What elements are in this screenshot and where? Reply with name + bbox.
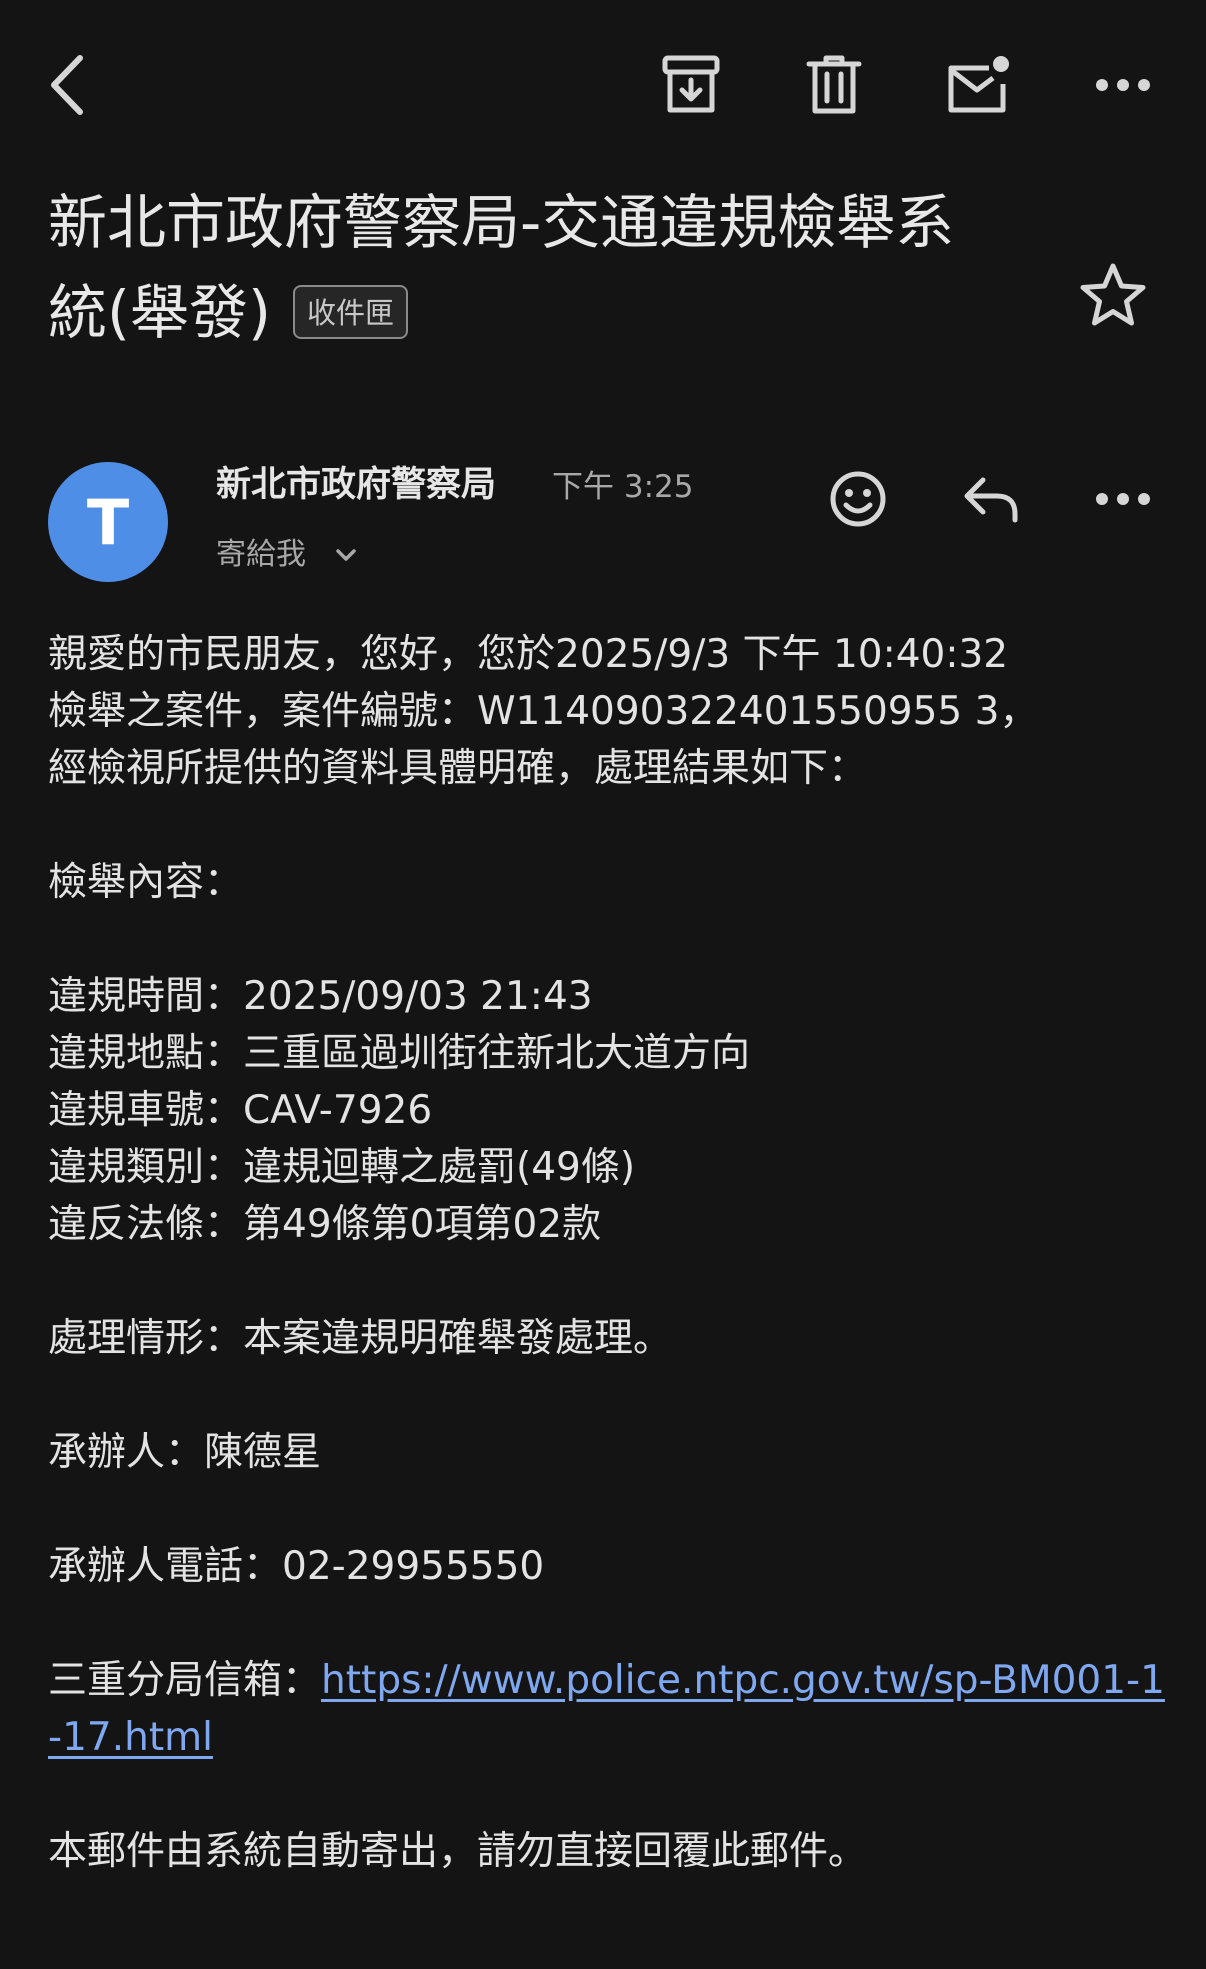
add-reaction-button[interactable] xyxy=(813,454,903,544)
content-heading: 檢舉內容： xyxy=(48,860,244,905)
mailbox-label: 三重分局信箱： xyxy=(48,1658,322,1703)
violation-time: 違規時間：2025/09/03 21:43 xyxy=(48,974,593,1019)
intro-line: 經檢視所提供的資料具體明確，處理結果如下： xyxy=(48,746,868,791)
back-button[interactable] xyxy=(22,40,112,130)
star-icon xyxy=(1080,263,1146,326)
message-more-button[interactable] xyxy=(1078,454,1168,544)
recipient-toggle[interactable]: 寄給我 xyxy=(216,530,358,580)
mailbox-line: 三重分局信箱：https://www.police.ntpc.gov.tw/sp… xyxy=(48,1652,1168,1766)
mark-unread-icon xyxy=(948,56,1009,113)
archive-button[interactable] xyxy=(646,40,736,130)
archive-icon xyxy=(662,55,720,113)
arrow-back-icon xyxy=(51,55,83,115)
processing-result: 處理情形：本案違規明確舉發處理。 xyxy=(48,1316,673,1361)
inbox-label-chip[interactable]: 收件匣 xyxy=(293,285,409,339)
email-subject: 新北市政府警察局-交通違規檢舉系統(舉發) 收件匣 xyxy=(48,178,1008,358)
violation-plate: 違規車號：CAV-7926 xyxy=(48,1088,433,1133)
top-toolbar xyxy=(0,0,1206,170)
recipient-label: 寄給我 xyxy=(216,537,306,572)
trash-icon xyxy=(806,55,862,114)
mark-unread-button[interactable] xyxy=(933,40,1023,130)
more-horizontal-icon xyxy=(1096,493,1150,505)
violation-category: 違規類別：違規迴轉之處罰(49條) xyxy=(48,1145,636,1190)
sender-avatar[interactable]: T xyxy=(48,462,168,582)
emoji-icon xyxy=(830,471,886,527)
subject-title: 新北市政府警察局-交通違規檢舉系統(舉發) xyxy=(48,188,955,347)
email-body: 親愛的市民朋友，您好，您於2025/9/3 下午 10:40:32 檢舉之案件，… xyxy=(48,626,1168,1880)
officer-name: 承辦人：陳德星 xyxy=(48,1430,322,1475)
more-horizontal-icon xyxy=(1096,79,1150,91)
footer-note: 本郵件由系統自動寄出，請勿直接回覆此郵件。 xyxy=(48,1829,868,1874)
violation-law: 違反法條：第49條第0項第02款 xyxy=(48,1202,602,1247)
sender-name: 新北市政府警察局 xyxy=(216,465,497,505)
chevron-down-icon xyxy=(336,549,356,561)
officer-phone: 承辦人電話：02-29955550 xyxy=(48,1544,545,1589)
star-button[interactable] xyxy=(1068,250,1158,340)
intro-line: 親愛的市民朋友，您好，您於2025/9/3 下午 10:40:32 xyxy=(48,632,1009,677)
intro-line: 檢舉之案件，案件編號：W114090322401550955 3， xyxy=(48,689,1039,734)
more-options-button[interactable] xyxy=(1078,40,1168,130)
reply-button[interactable] xyxy=(946,454,1036,544)
delete-button[interactable] xyxy=(789,40,879,130)
sent-time: 下午 3:25 xyxy=(552,469,694,505)
violation-location: 違規地點：三重區過圳街往新北大道方向 xyxy=(48,1031,751,1076)
reply-icon xyxy=(964,477,1018,523)
